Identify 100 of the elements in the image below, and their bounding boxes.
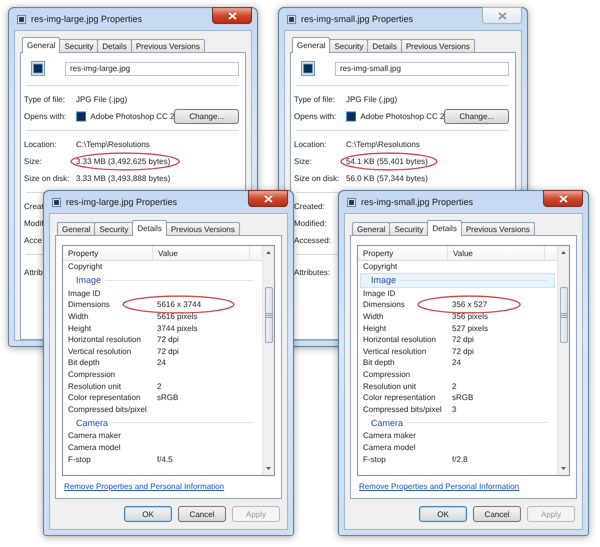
tab[interactable]: Security <box>59 39 98 52</box>
field-value: 54.1 KB (55,401 bytes) <box>346 157 428 166</box>
scrollbar[interactable] <box>262 246 274 475</box>
field-value: C:\Temp\Resolutions <box>346 140 420 149</box>
property-value: f/4.5 <box>156 454 173 464</box>
scroll-up-icon[interactable] <box>265 250 272 255</box>
tab[interactable]: General <box>292 37 330 53</box>
group-heading[interactable]: Camera <box>65 415 260 430</box>
dialog-button[interactable]: OK <box>419 506 467 522</box>
property-name: Camera maker <box>67 431 122 440</box>
scroll-down-icon[interactable] <box>560 466 567 471</box>
property-value: 24 <box>451 358 461 368</box>
field-value: 56.0 KB (57,344 bytes) <box>346 174 428 183</box>
field-label: Size on disk: <box>24 174 70 183</box>
group-heading[interactable]: Camera <box>360 415 555 430</box>
close-button[interactable] <box>212 7 252 24</box>
property-name: Camera maker <box>362 431 417 440</box>
property-name: Vertical resolution <box>67 346 132 356</box>
tab[interactable]: Details <box>97 39 132 52</box>
tab[interactable]: Details <box>427 220 462 236</box>
group-heading[interactable]: Image <box>65 272 260 288</box>
field-label: Type of file: <box>24 95 66 104</box>
property-value: 72 dpi <box>451 346 474 356</box>
dialog-button[interactable]: OK <box>124 506 172 522</box>
property-name: Height <box>362 324 388 333</box>
scroll-up-icon[interactable] <box>560 250 567 255</box>
property-name: Dimensions <box>67 300 111 310</box>
property-value: 72 dpi <box>451 335 474 344</box>
field-label: Accessed: <box>294 236 332 245</box>
change-button[interactable]: Change... <box>174 109 239 124</box>
field-label: Location: <box>24 140 58 149</box>
property-name: Horizontal resolution <box>362 335 437 344</box>
property-name: Bit depth <box>67 358 101 368</box>
file-name-field[interactable]: res-img-small.jpg <box>335 62 509 76</box>
property-value: 2 <box>451 382 456 391</box>
close-button[interactable] <box>248 190 288 207</box>
property-name: Color representation <box>67 393 142 402</box>
file-icon <box>301 61 315 76</box>
remove-properties-link[interactable]: Remove Properties and Personal Information <box>64 482 224 491</box>
field-value: Adobe Photoshop CC 2 <box>90 112 174 121</box>
scrollbar[interactable] <box>557 246 569 475</box>
property-name: Height <box>67 324 92 333</box>
property-value: 3744 pixels <box>156 324 198 333</box>
dialog-button[interactable]: Cancel <box>473 506 521 522</box>
tab[interactable]: Security <box>94 222 134 235</box>
column-header[interactable]: Property <box>63 246 153 260</box>
window-title: res-img-small.jpg Properties <box>301 14 414 24</box>
file-icon <box>31 61 45 76</box>
field-label: Modif <box>24 219 45 228</box>
tab[interactable]: Security <box>329 39 368 52</box>
scrollbar-thumb[interactable] <box>264 287 272 343</box>
window-icon <box>347 198 356 206</box>
group-heading[interactable]: Image <box>360 272 555 288</box>
tab[interactable]: Details <box>367 39 402 52</box>
window-title: res-img-large.jpg Properties <box>66 197 178 207</box>
tab[interactable]: Previous Versions <box>400 39 475 52</box>
scrollbar-thumb[interactable] <box>560 287 568 343</box>
tab[interactable]: Previous Versions <box>166 222 240 235</box>
property-name: F-stop <box>67 454 92 464</box>
tab[interactable]: General <box>22 37 60 53</box>
remove-properties-link[interactable]: Remove Properties and Personal Information <box>359 482 520 491</box>
property-name: Image ID <box>362 288 396 298</box>
property-name: Compression <box>362 370 412 380</box>
field-label: Acce <box>24 236 43 245</box>
property-name: Color representation <box>362 393 436 402</box>
property-value: 72 dpi <box>156 346 179 356</box>
property-name: Resolution unit <box>362 382 417 391</box>
property-name: Compressed bits/pixel <box>362 404 443 414</box>
column-header[interactable]: Property <box>358 246 448 260</box>
field-value: 3.33 MB (3,493,888 bytes) <box>76 174 170 183</box>
property-value: f/2.8 <box>451 454 468 464</box>
field-label: Opens with: <box>24 112 68 121</box>
property-value: sRGB <box>451 393 474 402</box>
window-title: res-img-large.jpg Properties <box>31 14 142 24</box>
property-name: Copyright <box>362 262 398 272</box>
column-header[interactable]: Value <box>153 246 250 260</box>
column-header[interactable]: Value <box>448 246 545 260</box>
field-label: Size: <box>24 157 43 166</box>
dialog-button[interactable]: Cancel <box>178 506 226 522</box>
tab[interactable]: General <box>352 222 390 235</box>
tab[interactable]: Security <box>389 222 428 235</box>
window-title: res-img-small.jpg Properties <box>361 197 474 207</box>
tab[interactable]: General <box>57 222 96 235</box>
tab[interactable]: Previous Versions <box>460 222 535 235</box>
tab[interactable]: Previous Versions <box>130 39 205 52</box>
close-icon <box>558 194 568 202</box>
property-name: F-stop <box>362 454 387 464</box>
close-button[interactable] <box>543 190 583 207</box>
field-label: Type of file: <box>294 95 336 104</box>
property-name: Bit depth <box>362 358 396 368</box>
field-label: Modified: <box>294 219 328 228</box>
property-value: 5616 pixels <box>156 312 198 322</box>
close-icon <box>264 194 272 202</box>
tab[interactable]: Details <box>132 220 167 236</box>
scroll-down-icon[interactable] <box>265 466 272 471</box>
file-name-field[interactable]: res-img-large.jpg <box>65 62 239 76</box>
property-value: 527 pixels <box>451 324 488 333</box>
change-button[interactable]: Change... <box>444 109 509 124</box>
field-label: Attributes: <box>294 268 332 277</box>
property-name: Width <box>362 312 384 322</box>
